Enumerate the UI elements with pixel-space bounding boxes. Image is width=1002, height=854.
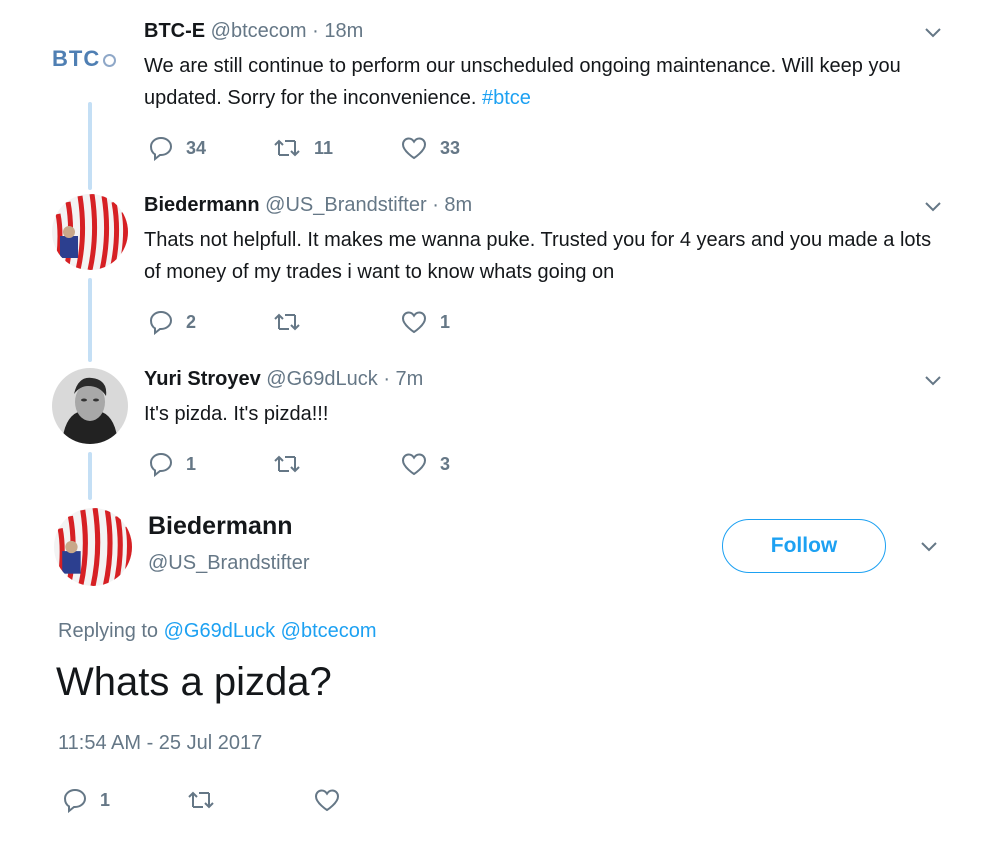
like-button[interactable] <box>313 785 341 815</box>
thread-line <box>88 452 92 500</box>
retweet-icon <box>274 455 300 473</box>
thread-line <box>88 102 92 190</box>
reply-button[interactable]: 1 <box>62 785 110 815</box>
author-handle[interactable]: @G69dLuck <box>266 368 377 390</box>
reply-count: 2 <box>186 311 197 332</box>
chevron-down-icon[interactable] <box>922 370 944 392</box>
retweet-button[interactable]: 11 <box>272 133 333 163</box>
like-icon <box>401 137 427 160</box>
chevron-down-icon[interactable] <box>918 536 940 558</box>
reply-icon <box>149 310 173 335</box>
retweet-icon <box>274 139 300 157</box>
tweet-time[interactable]: · 18m <box>312 20 363 42</box>
author-name[interactable]: BTC-E <box>144 20 205 42</box>
tweet-time[interactable]: · 8m <box>432 194 472 216</box>
retweet-button[interactable] <box>272 449 314 479</box>
tweet-header: BTC-E @btcecom · 18m <box>144 20 363 43</box>
author-handle[interactable]: @US_Brandstifter <box>265 194 426 216</box>
chevron-down-icon[interactable] <box>922 22 944 44</box>
like-icon <box>314 789 340 812</box>
reply-count: 34 <box>186 137 207 158</box>
avatar-image <box>52 368 128 444</box>
avatar-image <box>52 194 128 270</box>
retweet-button[interactable] <box>272 307 314 337</box>
logo-circle <box>103 53 117 67</box>
like-icon <box>401 311 427 334</box>
author-handle[interactable]: @US_Brandstifter <box>148 552 309 575</box>
author-name[interactable]: Biedermann <box>148 512 292 541</box>
reply-icon <box>149 136 173 161</box>
retweet-count: 11 <box>314 137 334 158</box>
avatar[interactable]: BTC <box>52 46 117 72</box>
tweet-text: We are still continue to perform our uns… <box>144 50 934 114</box>
mention-link[interactable]: @G69dLuck <box>164 620 275 642</box>
tweet-text: It's pizda. It's pizda!!! <box>144 403 329 425</box>
avatar[interactable] <box>52 368 128 444</box>
replying-to: Replying to @G69dLuck @btcecom <box>58 620 377 643</box>
hashtag-link[interactable]: #btce <box>482 87 531 109</box>
like-count: 3 <box>440 453 451 474</box>
author-name[interactable]: Yuri Stroyev <box>144 368 261 390</box>
like-count: 33 <box>440 137 461 158</box>
replying-prefix: Replying to <box>58 620 159 642</box>
retweet-icon <box>188 791 214 809</box>
thread-line <box>88 278 92 362</box>
like-icon <box>401 453 427 476</box>
reply-button[interactable]: 34 <box>148 133 206 163</box>
avatar[interactable] <box>52 194 128 270</box>
reply-count: 1 <box>186 453 197 474</box>
avatar-logo-text: BTC <box>52 46 101 71</box>
tweet-timestamp[interactable]: 11:54 AM - 25 Jul 2017 <box>58 732 262 755</box>
tweet-header: Biedermann @US_Brandstifter · 8m <box>144 194 472 217</box>
tweet-text: Thats not helpfull. It makes me wanna pu… <box>144 229 932 283</box>
retweet-button[interactable] <box>186 785 216 815</box>
tweet-header: Yuri Stroyev @G69dLuck · 7m <box>144 368 423 391</box>
follow-button[interactable]: Follow <box>722 519 886 573</box>
avatar[interactable] <box>54 508 132 586</box>
reply-icon <box>63 788 87 813</box>
reply-button[interactable]: 2 <box>148 307 196 337</box>
like-button[interactable]: 3 <box>400 449 450 479</box>
mention-link[interactable]: @btcecom <box>281 620 377 642</box>
main-tweet-text: Whats a pizda? <box>56 660 332 704</box>
like-count: 1 <box>440 311 451 332</box>
avatar-image <box>54 508 132 586</box>
tweet-time[interactable]: · 7m <box>383 368 423 390</box>
reply-button[interactable]: 1 <box>148 449 196 479</box>
author-name[interactable]: Biedermann <box>144 194 260 216</box>
reply-icon <box>149 452 173 477</box>
author-handle[interactable]: @btcecom <box>211 20 307 42</box>
like-button[interactable]: 1 <box>400 307 450 337</box>
retweet-icon <box>274 313 300 331</box>
like-button[interactable]: 33 <box>400 133 460 163</box>
chevron-down-icon[interactable] <box>922 196 944 218</box>
reply-count: 1 <box>100 789 111 810</box>
